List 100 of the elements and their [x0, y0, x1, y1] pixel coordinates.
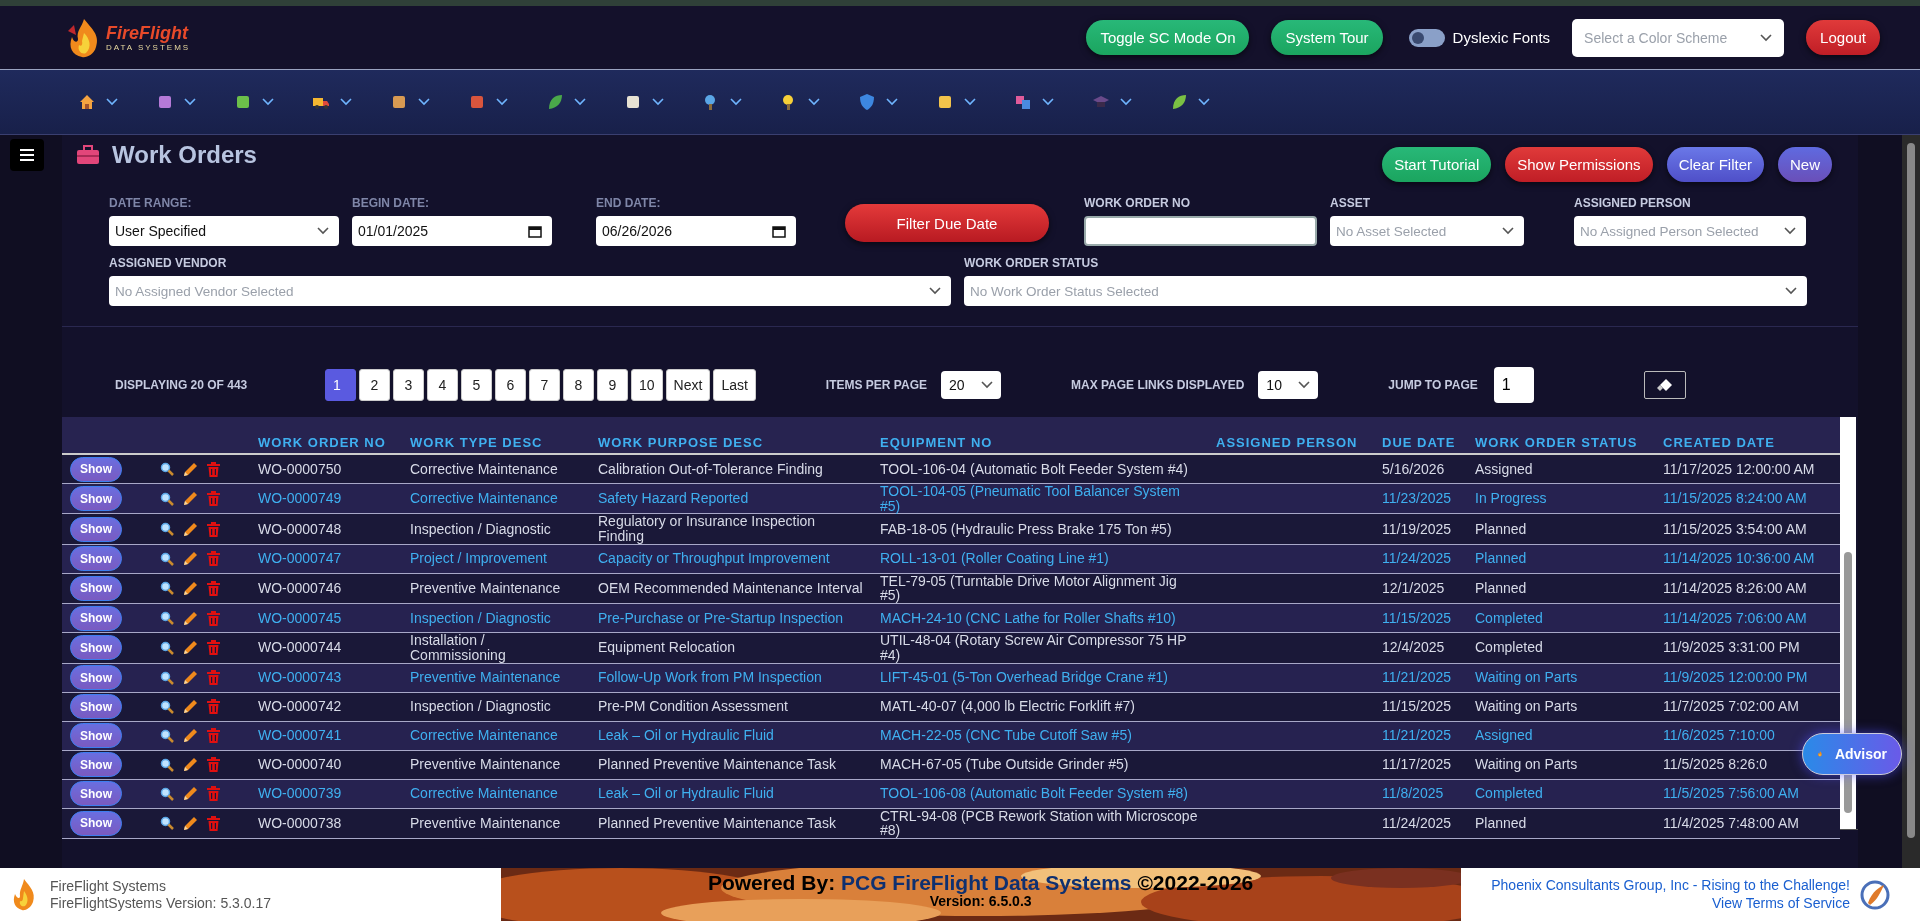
- filter-due-date-button[interactable]: Filter Due Date: [845, 204, 1049, 242]
- pencil-icon[interactable]: [183, 757, 198, 772]
- page-button[interactable]: Next: [665, 369, 711, 401]
- pencil-icon[interactable]: [183, 786, 198, 801]
- max-links-select[interactable]: 10: [1258, 371, 1319, 399]
- menu-button[interactable]: [10, 139, 44, 171]
- action-button[interactable]: Clear Filter: [1666, 147, 1764, 182]
- search-icon[interactable]: [160, 816, 174, 831]
- page-button[interactable]: 8: [563, 369, 594, 401]
- advisor-button[interactable]: Advisor: [1802, 733, 1902, 775]
- page-button[interactable]: 9: [597, 369, 628, 401]
- show-button[interactable]: Show: [70, 456, 122, 482]
- show-button[interactable]: Show: [70, 575, 122, 601]
- page-button[interactable]: 2: [359, 369, 390, 401]
- trash-icon[interactable]: [207, 670, 220, 685]
- scrollbar[interactable]: [1902, 135, 1920, 868]
- eraser-button[interactable]: [1643, 371, 1686, 399]
- pencil-icon[interactable]: [183, 491, 198, 507]
- trash-icon[interactable]: [207, 461, 220, 477]
- assigned-person-select[interactable]: No Assigned Person Selected: [1574, 216, 1806, 246]
- trash-icon[interactable]: [207, 786, 220, 801]
- page-button[interactable]: 4: [427, 369, 458, 401]
- action-button[interactable]: Start Tutorial: [1382, 147, 1492, 182]
- search-icon[interactable]: [160, 786, 174, 801]
- table-cell: LIFT-45-01 (5-Ton Overhead Bridge Crane #1): [880, 669, 1168, 686]
- trash-icon[interactable]: [207, 815, 220, 831]
- search-icon[interactable]: [160, 581, 174, 596]
- trash-icon[interactable]: [207, 491, 220, 507]
- show-button[interactable]: Show: [70, 723, 122, 748]
- header-button[interactable]: Toggle SC Mode On: [1086, 20, 1250, 55]
- search-icon[interactable]: [160, 491, 174, 506]
- table-cell: 12/4/2025: [1382, 639, 1445, 656]
- items-per-page-select[interactable]: 20: [941, 371, 1001, 399]
- search-icon[interactable]: [160, 670, 174, 685]
- table-cell: Planned: [1475, 580, 1527, 597]
- asset-select[interactable]: No Asset Selected: [1330, 216, 1524, 246]
- show-button[interactable]: Show: [70, 665, 122, 690]
- date-field[interactable]: 06/26/2026: [596, 216, 796, 246]
- color-scheme-select[interactable]: Select a Color Scheme: [1572, 18, 1785, 57]
- assigned-vendor-select[interactable]: No Assigned Vendor Selected: [109, 276, 951, 306]
- date-range-select[interactable]: User Specified: [109, 216, 339, 246]
- page-button[interactable]: 1: [325, 369, 356, 401]
- chevron-icon: [262, 98, 274, 106]
- search-icon[interactable]: [160, 757, 174, 772]
- terms-link[interactable]: View Terms of Service: [1712, 894, 1850, 912]
- show-button[interactable]: Show: [70, 635, 122, 661]
- logout-button[interactable]: Logout: [1806, 20, 1880, 55]
- show-button[interactable]: Show: [70, 516, 122, 542]
- show-button[interactable]: Show: [70, 781, 122, 806]
- field-label: END DATE:: [596, 196, 662, 210]
- page-button[interactable]: Last: [713, 369, 756, 401]
- calendar-icon: [528, 224, 542, 238]
- page-button[interactable]: 6: [495, 369, 526, 401]
- show-button[interactable]: Show: [70, 752, 122, 777]
- show-button[interactable]: Show: [70, 605, 122, 631]
- pencil-icon[interactable]: [183, 610, 198, 626]
- search-icon[interactable]: [160, 611, 174, 626]
- search-icon[interactable]: [160, 699, 174, 714]
- header-button[interactable]: System Tour: [1271, 20, 1383, 55]
- toggle-switch[interactable]: [1408, 28, 1445, 47]
- search-icon[interactable]: [160, 522, 174, 537]
- action-button[interactable]: Show Permissions: [1505, 147, 1653, 182]
- page-button[interactable]: 3: [393, 369, 424, 401]
- table-cell: 12/1/2025: [1382, 580, 1445, 597]
- pencil-icon[interactable]: [183, 461, 198, 477]
- search-icon[interactable]: [160, 551, 174, 566]
- trash-icon[interactable]: [207, 610, 220, 626]
- pencil-icon[interactable]: [183, 815, 198, 831]
- pencil-icon[interactable]: [183, 580, 198, 596]
- trash-icon[interactable]: [207, 757, 220, 772]
- trash-icon[interactable]: [207, 551, 220, 567]
- page-button[interactable]: 5: [461, 369, 492, 401]
- action-button[interactable]: New: [1778, 147, 1832, 182]
- page-button[interactable]: 7: [529, 369, 560, 401]
- pencil-icon[interactable]: [183, 640, 198, 656]
- pencil-icon[interactable]: [183, 728, 198, 743]
- show-button[interactable]: Show: [70, 546, 122, 572]
- show-button[interactable]: Show: [70, 486, 122, 512]
- work-order-no-field[interactable]: [1084, 216, 1317, 246]
- work-order-status-select[interactable]: No Work Order Status Selected: [964, 276, 1807, 306]
- show-button[interactable]: Show: [70, 810, 122, 836]
- pencil-icon[interactable]: [183, 699, 198, 714]
- trash-icon[interactable]: [207, 580, 220, 596]
- pencil-icon[interactable]: [183, 521, 198, 537]
- show-button[interactable]: Show: [70, 694, 122, 719]
- company-link[interactable]: Phoenix Consultants Group, Inc - Rising to the Challenge!: [1491, 877, 1850, 895]
- table-cell: Preventive Maintenance: [410, 669, 561, 686]
- pencil-icon[interactable]: [183, 551, 198, 567]
- trash-icon[interactable]: [207, 640, 220, 656]
- trash-icon[interactable]: [207, 728, 220, 743]
- search-icon[interactable]: [160, 728, 174, 743]
- trash-icon[interactable]: [207, 699, 220, 714]
- search-icon[interactable]: [160, 640, 174, 655]
- jump-to-page-field[interactable]: 1: [1493, 367, 1534, 403]
- date-field[interactable]: 01/01/2025: [352, 216, 552, 246]
- search-icon[interactable]: [160, 462, 174, 476]
- pencil-icon[interactable]: [183, 670, 198, 685]
- column-header: WORK ORDER NO: [258, 435, 386, 450]
- trash-icon[interactable]: [207, 521, 220, 537]
- page-button[interactable]: 10: [631, 369, 663, 401]
